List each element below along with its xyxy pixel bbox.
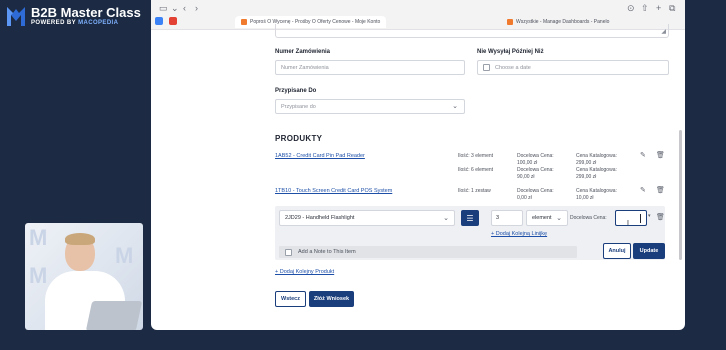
target-price-label: Docelowa Cena: [517,167,554,173]
scrollbar[interactable] [679,130,682,260]
assigned-to-select[interactable]: Przypisane do ⌄ [275,99,465,114]
browser-window: ▭ ⌄ ‹ › ⊙ ⇧ + ⧉ Poproś O Wycenę - Prośby… [151,0,685,330]
catalog-price-label: Cena Katalogowa: [576,188,617,194]
product-quantity: Ilość: 1 zestaw [458,188,491,194]
send-by-date-label: Nie Wysyłaj Później Niż [477,49,544,55]
target-price-label: Docelowa Cena: [517,153,554,159]
edit-pencil-icon[interactable]: ✎ [640,151,646,159]
share-icon[interactable]: ⇧ [641,3,649,14]
back-arrow-icon[interactable]: ‹ [183,3,186,13]
resize-grip-icon[interactable]: ◢ [661,28,666,35]
download-icon[interactable]: ⊙ [627,3,635,14]
add-product-link[interactable]: + Dodaj Kolejny Produkt [275,269,334,275]
send-by-date-input[interactable]: Choose a date [477,60,669,75]
add-note-toggle[interactable]: Add a Note to This Item [279,246,577,258]
text-cursor-icon: I [627,220,629,227]
brand-title: B2B Master Class [31,5,141,20]
brand-mark-icon [7,7,25,26]
trash-icon[interactable]: 🗑 [656,151,665,159]
laptop-image [85,301,143,330]
text-caret [640,214,641,223]
chevron-down-icon: ⌄ [452,103,458,110]
trash-icon[interactable]: 🗑 [656,186,665,194]
submit-request-button[interactable]: Złóż Wniosek [309,291,354,307]
target-price-value: 0,00 zł [517,195,532,201]
webcam-video: M M M [25,223,143,330]
target-price-input[interactable]: I [615,210,647,227]
catalog-price-label: Cena Katalogowa: [576,167,617,173]
tab-overview-icon[interactable]: ⧉ [669,3,675,14]
list-icon: ☰ [466,213,474,223]
tab-overview-chevron-icon[interactable]: ⌄ [171,3,179,14]
assigned-to-label: Przypisane Do [275,88,317,94]
pinned-tab-icon[interactable] [155,17,163,25]
product-list-button[interactable]: ☰ [461,210,479,226]
trash-icon[interactable]: 🗑 [656,213,665,221]
product-quantity: Ilość: 6 element [458,167,494,173]
note-checkbox[interactable] [285,248,292,256]
chevron-down-icon[interactable]: ▾ [648,213,651,219]
page-content: ◢ Numer Zamówienia Numer Zamówienia Nie … [151,24,685,330]
forward-arrow-icon[interactable]: › [195,3,198,13]
product-link[interactable]: 1AB52 - Credit Card Pin Pad Reader [275,153,365,159]
products-title: PRODUKTY [275,134,323,143]
site-favicon-icon [241,19,247,25]
sidebar-toggle-icon[interactable]: ▭ [159,3,168,14]
add-row-link[interactable]: + Dodaj Kolejną Linijkę [491,231,547,237]
edit-pencil-icon[interactable]: ✎ [640,186,646,194]
brand-subtitle: POWERED BY MACOPEDIA [31,20,119,26]
unit-select[interactable]: element ⌄ [526,210,568,226]
back-button[interactable]: Wstecz [275,291,306,307]
new-tab-icon[interactable]: + [656,3,661,13]
update-button[interactable]: Update [633,243,665,259]
target-price-label: Docelowa Cena: [517,188,554,194]
chevron-down-icon: ⌄ [556,215,562,222]
catalog-price-value: 299,00 zł [576,160,597,166]
product-link[interactable]: 1TB10 - Touch Screen Credit Card POS Sys… [275,188,392,194]
chevron-down-icon: ⌄ [443,215,449,222]
product-select[interactable]: 2JD29 - Handheld Flashlight ⌄ [279,210,455,226]
notes-textarea[interactable]: ◢ [275,24,669,38]
order-number-input[interactable]: Numer Zamówienia [275,60,465,75]
catalog-price-label: Cena Katalogowa: [576,153,617,159]
product-quantity: Ilość: 3 element [458,153,494,159]
cancel-button[interactable]: Anuluj [603,243,631,259]
gmail-tab-icon[interactable] [169,17,177,25]
quantity-input[interactable]: 3 [491,210,523,226]
target-price-label: Docelowa Cena: [570,215,607,221]
order-number-label: Numer Zamówienia [275,49,331,55]
target-price-value: 100,00 zł [517,160,538,166]
brand-logo-block: B2B Master Class POWERED BY MACOPEDIA [6,4,151,30]
catalog-price-value: 299,00 zł [576,174,597,180]
calendar-icon [483,64,490,71]
target-price-value: 90,00 zł [517,174,535,180]
catalog-price-value: 10,00 zł [576,195,594,201]
